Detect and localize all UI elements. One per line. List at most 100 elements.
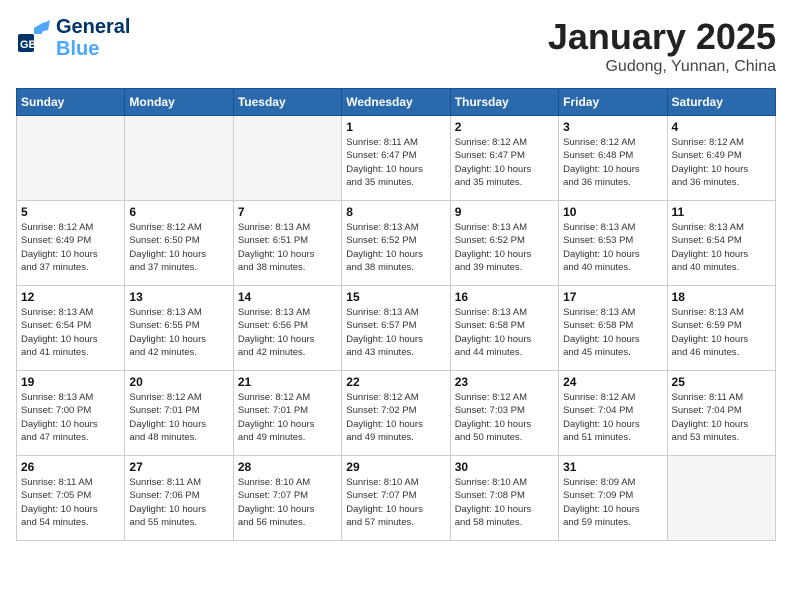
page-header: GB General Blue January 2025 Gudong, Yun… xyxy=(16,16,776,76)
day-number: 7 xyxy=(238,205,337,219)
day-number: 28 xyxy=(238,460,337,474)
calendar-week-row: 12 Sunrise: 8:13 AM Sunset: 6:54 PM Dayli… xyxy=(17,286,776,371)
day-info: Sunrise: 8:12 AM Sunset: 7:04 PM Dayligh… xyxy=(563,391,662,444)
day-info: Sunrise: 8:12 AM Sunset: 7:02 PM Dayligh… xyxy=(346,391,445,444)
day-number: 31 xyxy=(563,460,662,474)
calendar-week-row: 1Sunrise: 8:11 AM Sunset: 6:47 PM Daylig… xyxy=(17,116,776,201)
day-info: Sunrise: 8:12 AM Sunset: 7:03 PM Dayligh… xyxy=(455,391,554,444)
calendar-day-cell: 2 Sunrise: 8:12 AM Sunset: 6:47 PM Daylig… xyxy=(450,116,558,201)
day-number: 15 xyxy=(346,290,445,304)
day-number: 27 xyxy=(129,460,228,474)
calendar-table: SundayMondayTuesdayWednesdayThursdayFrid… xyxy=(16,88,776,541)
day-info: Sunrise: 8:12 AM Sunset: 7:01 PM Dayligh… xyxy=(238,391,337,444)
logo-blue: Blue xyxy=(56,38,130,60)
svg-text:GB: GB xyxy=(20,39,37,51)
calendar-day-cell: 27 Sunrise: 8:11 AM Sunset: 7:06 PM Dayli… xyxy=(125,456,233,541)
calendar-day-cell: 25 Sunrise: 8:11 AM Sunset: 7:04 PM Dayli… xyxy=(667,371,775,456)
day-number: 16 xyxy=(455,290,554,304)
day-number: 19 xyxy=(21,375,120,389)
day-info: Sunrise: 8:12 AM Sunset: 6:49 PM Dayligh… xyxy=(672,136,771,189)
day-number: 11 xyxy=(672,205,771,219)
day-number: 23 xyxy=(455,375,554,389)
day-number: 10 xyxy=(563,205,662,219)
calendar-header-row: SundayMondayTuesdayWednesdayThursdayFrid… xyxy=(17,89,776,116)
day-number: 12 xyxy=(21,290,120,304)
day-number: 5 xyxy=(21,205,120,219)
calendar-day-cell: 14 Sunrise: 8:13 AM Sunset: 6:56 PM Dayli… xyxy=(233,286,341,371)
day-number: 26 xyxy=(21,460,120,474)
calendar-day-cell: 22 Sunrise: 8:12 AM Sunset: 7:02 PM Dayli… xyxy=(342,371,450,456)
day-info: Sunrise: 8:12 AM Sunset: 6:49 PM Dayligh… xyxy=(21,221,120,274)
day-info: Sunrise: 8:10 AM Sunset: 7:07 PM Dayligh… xyxy=(346,476,445,529)
calendar-week-row: 26 Sunrise: 8:11 AM Sunset: 7:05 PM Dayli… xyxy=(17,456,776,541)
day-number: 30 xyxy=(455,460,554,474)
calendar-day-cell: 13Sunrise: 8:13 AM Sunset: 6:55 PM Dayli… xyxy=(125,286,233,371)
day-info: Sunrise: 8:11 AM Sunset: 7:05 PM Dayligh… xyxy=(21,476,120,529)
calendar-day-cell: 11 Sunrise: 8:13 AM Sunset: 6:54 PM Dayli… xyxy=(667,201,775,286)
calendar-day-cell: 21 Sunrise: 8:12 AM Sunset: 7:01 PM Dayli… xyxy=(233,371,341,456)
day-number: 22 xyxy=(346,375,445,389)
day-number: 25 xyxy=(672,375,771,389)
day-info: Sunrise: 8:12 AM Sunset: 6:48 PM Dayligh… xyxy=(563,136,662,189)
day-info: Sunrise: 8:11 AM Sunset: 7:04 PM Dayligh… xyxy=(672,391,771,444)
calendar-day-cell: 31 Sunrise: 8:09 AM Sunset: 7:09 PM Dayli… xyxy=(559,456,667,541)
day-info: Sunrise: 8:13 AM Sunset: 6:59 PM Dayligh… xyxy=(672,306,771,359)
day-info: Sunrise: 8:09 AM Sunset: 7:09 PM Dayligh… xyxy=(563,476,662,529)
day-number: 4 xyxy=(672,120,771,134)
weekday-header: Tuesday xyxy=(233,89,341,116)
calendar-day-cell: 19Sunrise: 8:13 AM Sunset: 7:00 PM Dayli… xyxy=(17,371,125,456)
day-number: 8 xyxy=(346,205,445,219)
calendar-day-cell: 20 Sunrise: 8:12 AM Sunset: 7:01 PM Dayli… xyxy=(125,371,233,456)
calendar-day-cell: 3Sunrise: 8:12 AM Sunset: 6:48 PM Daylig… xyxy=(559,116,667,201)
calendar-week-row: 5 Sunrise: 8:12 AM Sunset: 6:49 PM Daylig… xyxy=(17,201,776,286)
day-info: Sunrise: 8:13 AM Sunset: 6:54 PM Dayligh… xyxy=(672,221,771,274)
day-info: Sunrise: 8:13 AM Sunset: 6:52 PM Dayligh… xyxy=(455,221,554,274)
day-number: 6 xyxy=(129,205,228,219)
calendar-day-cell: 10 Sunrise: 8:13 AM Sunset: 6:53 PM Dayli… xyxy=(559,201,667,286)
day-info: Sunrise: 8:13 AM Sunset: 6:54 PM Dayligh… xyxy=(21,306,120,359)
weekday-header: Thursday xyxy=(450,89,558,116)
calendar-day-cell: 26 Sunrise: 8:11 AM Sunset: 7:05 PM Dayli… xyxy=(17,456,125,541)
day-number: 1 xyxy=(346,120,445,134)
day-info: Sunrise: 8:13 AM Sunset: 6:56 PM Dayligh… xyxy=(238,306,337,359)
calendar-day-cell: 5 Sunrise: 8:12 AM Sunset: 6:49 PM Daylig… xyxy=(17,201,125,286)
day-number: 29 xyxy=(346,460,445,474)
day-number: 14 xyxy=(238,290,337,304)
day-info: Sunrise: 8:12 AM Sunset: 6:47 PM Dayligh… xyxy=(455,136,554,189)
calendar-day-cell: 6Sunrise: 8:12 AM Sunset: 6:50 PM Daylig… xyxy=(125,201,233,286)
month-title: January 2025 xyxy=(548,16,776,58)
weekday-header: Monday xyxy=(125,89,233,116)
day-number: 20 xyxy=(129,375,228,389)
day-number: 21 xyxy=(238,375,337,389)
calendar-day-cell: 18Sunrise: 8:13 AM Sunset: 6:59 PM Dayli… xyxy=(667,286,775,371)
day-info: Sunrise: 8:10 AM Sunset: 7:07 PM Dayligh… xyxy=(238,476,337,529)
calendar-day-cell: 29 Sunrise: 8:10 AM Sunset: 7:07 PM Dayli… xyxy=(342,456,450,541)
day-info: Sunrise: 8:13 AM Sunset: 6:58 PM Dayligh… xyxy=(563,306,662,359)
day-info: Sunrise: 8:13 AM Sunset: 6:55 PM Dayligh… xyxy=(129,306,228,359)
day-number: 2 xyxy=(455,120,554,134)
calendar-day-cell xyxy=(125,116,233,201)
calendar-day-cell: 16 Sunrise: 8:13 AM Sunset: 6:58 PM Dayli… xyxy=(450,286,558,371)
calendar-day-cell: 23 Sunrise: 8:12 AM Sunset: 7:03 PM Dayli… xyxy=(450,371,558,456)
day-info: Sunrise: 8:13 AM Sunset: 6:58 PM Dayligh… xyxy=(455,306,554,359)
day-info: Sunrise: 8:13 AM Sunset: 6:53 PM Dayligh… xyxy=(563,221,662,274)
calendar-day-cell xyxy=(667,456,775,541)
day-info: Sunrise: 8:13 AM Sunset: 6:51 PM Dayligh… xyxy=(238,221,337,274)
day-info: Sunrise: 8:13 AM Sunset: 6:57 PM Dayligh… xyxy=(346,306,445,359)
calendar-week-row: 19Sunrise: 8:13 AM Sunset: 7:00 PM Dayli… xyxy=(17,371,776,456)
calendar-day-cell: 7 Sunrise: 8:13 AM Sunset: 6:51 PM Daylig… xyxy=(233,201,341,286)
location: Gudong, Yunnan, China xyxy=(548,58,776,76)
calendar-day-cell: 28 Sunrise: 8:10 AM Sunset: 7:07 PM Dayli… xyxy=(233,456,341,541)
logo-general: General xyxy=(56,16,130,38)
logo-icon: GB xyxy=(16,20,52,56)
weekday-header: Friday xyxy=(559,89,667,116)
title-block: January 2025 Gudong, Yunnan, China xyxy=(548,16,776,76)
day-info: Sunrise: 8:11 AM Sunset: 7:06 PM Dayligh… xyxy=(129,476,228,529)
calendar-day-cell: 24Sunrise: 8:12 AM Sunset: 7:04 PM Dayli… xyxy=(559,371,667,456)
calendar-day-cell: 30 Sunrise: 8:10 AM Sunset: 7:08 PM Dayli… xyxy=(450,456,558,541)
calendar-day-cell: 15 Sunrise: 8:13 AM Sunset: 6:57 PM Dayli… xyxy=(342,286,450,371)
day-info: Sunrise: 8:12 AM Sunset: 7:01 PM Dayligh… xyxy=(129,391,228,444)
weekday-header: Saturday xyxy=(667,89,775,116)
day-info: Sunrise: 8:10 AM Sunset: 7:08 PM Dayligh… xyxy=(455,476,554,529)
calendar-day-cell: 9Sunrise: 8:13 AM Sunset: 6:52 PM Daylig… xyxy=(450,201,558,286)
